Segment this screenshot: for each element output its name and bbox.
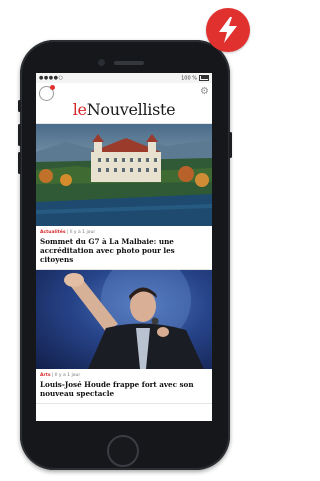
power-button (229, 132, 232, 158)
app-header: leNouvelliste ⚙ (36, 83, 212, 124)
article-card[interactable]: Actualités | Il y a 1 jour Sommet du G7 … (36, 124, 212, 270)
phone-screen: ●●●●○ 100 % leNouvelliste ⚙ Actualités |… (36, 73, 212, 421)
status-bar: ●●●●○ 100 % (36, 73, 212, 83)
mute-switch (18, 100, 21, 112)
article-time: | Il y a 1 jour (65, 230, 96, 235)
article-card[interactable]: Arts | Il y a 1 jour Louis-José Houde fr… (36, 270, 212, 404)
article-meta: Actualités | Il y a 1 jour (40, 230, 208, 235)
gear-icon[interactable]: ⚙ (200, 87, 209, 97)
chateau-hotel-landscape-photo (36, 134, 212, 226)
lightning-badge (206, 8, 250, 52)
brand-prefix: le (72, 100, 87, 119)
article-text[interactable]: Actualités | Il y a 1 jour Sommet du G7 … (36, 226, 212, 270)
home-button[interactable] (107, 435, 139, 467)
volume-up-button (18, 124, 21, 146)
signal-indicator: ●●●●○ (39, 75, 64, 81)
phone-frame: ●●●●○ 100 % leNouvelliste ⚙ Actualités |… (18, 40, 232, 470)
brand-name: Nouvelliste (86, 100, 176, 119)
comedian-on-stage-photo (64, 270, 204, 369)
lightning-bolt-icon (219, 17, 237, 43)
article-time: | Il y a 1 jour (50, 373, 81, 378)
battery-indicator: 100 % (181, 74, 209, 82)
brand-title: leNouvelliste (36, 100, 212, 119)
volume-down-button (18, 152, 21, 174)
le-nouvelliste-logo-icon[interactable] (39, 85, 55, 101)
earpiece-speaker (114, 61, 144, 65)
article-image[interactable] (36, 270, 212, 369)
article-category: Arts (40, 373, 51, 378)
article-meta: Arts | Il y a 1 jour (40, 373, 208, 378)
article-headline[interactable]: Louis-José Houde frappe fort avec son no… (40, 380, 208, 398)
article-headline[interactable]: Sommet du G7 à La Malbaie: une accrédita… (40, 237, 208, 264)
article-category: Actualités (40, 230, 66, 235)
article-image[interactable] (36, 124, 212, 226)
battery-icon (199, 74, 209, 81)
article-text[interactable]: Arts | Il y a 1 jour Louis-José Houde fr… (36, 369, 212, 404)
front-camera (98, 59, 105, 66)
battery-percent: 100 % (181, 75, 197, 82)
